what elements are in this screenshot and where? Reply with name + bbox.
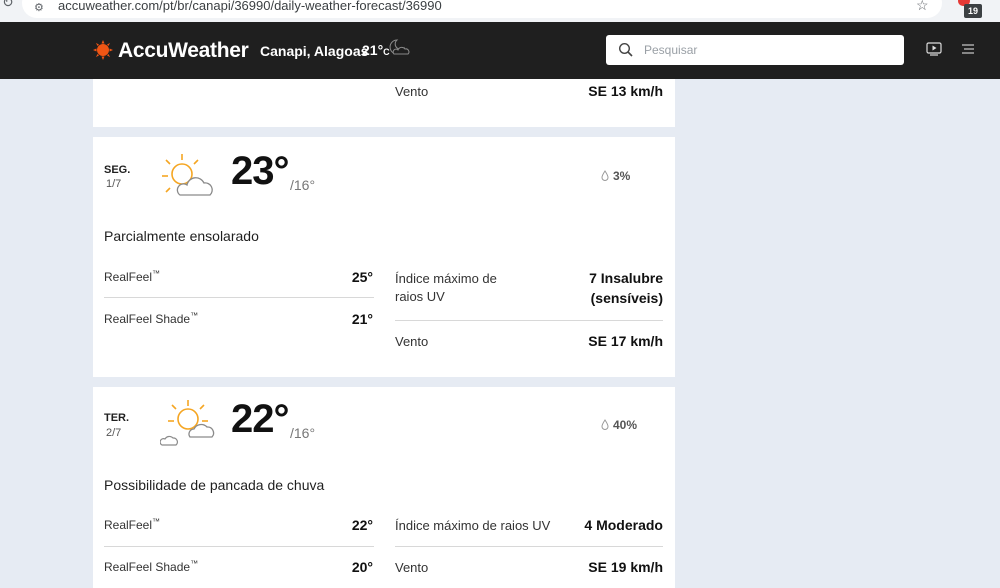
weather-phrase: Possibilidade de pancada de chuva <box>104 477 325 493</box>
low-temp: /16° <box>290 425 316 441</box>
current-temp[interactable]: 21°C <box>362 42 390 58</box>
wind-value: SE 17 km/h <box>588 333 663 349</box>
video-icon[interactable] <box>926 42 942 56</box>
uv-index-label: Índice máximo de raios UV <box>395 271 497 304</box>
accuweather-logo-icon[interactable] <box>93 40 113 60</box>
search-icon <box>618 42 633 57</box>
wind-label: Vento <box>395 560 429 575</box>
uv-index-value: 4 Moderado <box>584 517 663 533</box>
wind-label: Vento <box>395 334 429 349</box>
address-bar[interactable]: ⚙ accuweather.com/pt/br/canapi/36990/dai… <box>22 0 942 18</box>
site-info-icon[interactable]: ⚙ <box>34 1 44 14</box>
low-temp: /16° <box>290 177 316 193</box>
reload-icon[interactable]: ↻ <box>2 0 14 11</box>
day-of-week: TER. <box>104 412 130 424</box>
daily-forecast-card[interactable]: SEG. 1/7 23° /16° 3% Parcialmente ensola… <box>93 137 675 377</box>
raindrop-icon <box>601 419 609 430</box>
high-temp: 23° <box>231 149 289 193</box>
sun-cloud-shower-icon <box>160 400 215 446</box>
divider <box>104 546 374 547</box>
current-location[interactable]: Canapi, Alagoas <box>260 43 368 59</box>
realfeel-shade-value: 21° <box>351 311 373 327</box>
divider <box>104 297 374 298</box>
wind-label: Vento <box>395 84 429 99</box>
forecast-date: 2/7 <box>106 427 122 439</box>
daily-forecast-card[interactable]: TER. 2/7 22° /16° 40% Possibilidade de p… <box>93 387 675 588</box>
search-input[interactable] <box>644 41 884 59</box>
daily-forecast-card[interactable]: Vento SE 13 km/h <box>93 79 675 127</box>
site-header: AccuWeather Canapi, Alagoas 21°C <box>0 22 1000 79</box>
partly-sunny-icon <box>162 154 213 196</box>
wind-value: SE 13 km/h <box>588 83 663 99</box>
brand-name[interactable]: AccuWeather <box>118 39 249 63</box>
wind-value: SE 19 km/h <box>588 559 663 575</box>
realfeel-shade-label: RealFeel Shade™ <box>104 559 199 574</box>
night-cloud-icon <box>389 39 410 55</box>
extension-badge[interactable]: 19 <box>964 4 982 18</box>
high-temp: 22° <box>231 397 289 441</box>
realfeel-value: 22° <box>351 517 373 533</box>
search-box[interactable] <box>606 35 904 65</box>
divider <box>395 546 663 547</box>
weather-phrase: Parcialmente ensolarado <box>104 228 259 244</box>
raindrop-icon <box>601 170 609 181</box>
uv-index-label: Índice máximo de raios UV <box>395 518 551 533</box>
realfeel-value: 25° <box>351 269 373 285</box>
realfeel-shade-value: 20° <box>351 559 373 575</box>
forecast-date: 1/7 <box>106 178 122 190</box>
realfeel-shade-label: RealFeel Shade™ <box>104 311 199 326</box>
precipitation: 3% <box>601 169 630 183</box>
divider <box>395 320 663 321</box>
precipitation: 40% <box>601 418 637 432</box>
url-text[interactable]: accuweather.com/pt/br/canapi/36990/daily… <box>58 0 442 13</box>
hamburger-menu-icon[interactable] <box>962 44 974 54</box>
day-of-week: SEG. <box>104 164 131 176</box>
realfeel-label: RealFeel™ <box>104 269 161 284</box>
uv-index-value: 7 Insalubre (sensíveis) <box>589 270 663 306</box>
browser-toolbar: ↻ ⚙ accuweather.com/pt/br/canapi/36990/d… <box>0 0 1000 22</box>
realfeel-label: RealFeel™ <box>104 517 161 532</box>
bookmark-star-icon[interactable]: ☆ <box>916 0 929 14</box>
